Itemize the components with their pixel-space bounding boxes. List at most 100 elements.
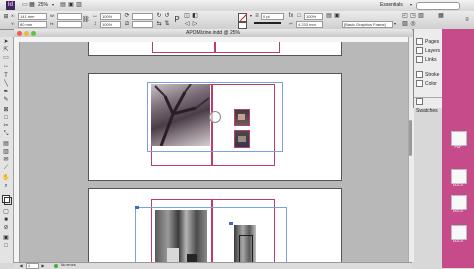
preview-mode-icon[interactable]: □ xyxy=(2,243,10,250)
spread-bottom[interactable] xyxy=(88,188,342,262)
pencil-tool-icon[interactable]: ✎ xyxy=(2,97,10,104)
direct-selection-tool-icon[interactable]: ⇱ xyxy=(2,47,10,54)
shear-field[interactable] xyxy=(132,21,153,28)
note-tool-icon[interactable]: ✉ xyxy=(2,157,10,164)
panel-menu-icon[interactable]: ≡ xyxy=(464,17,470,23)
rectangle-frame-tool-icon[interactable]: ⊠ xyxy=(2,107,10,114)
select-next-icon[interactable]: ▷ xyxy=(192,21,198,27)
page-tool-icon[interactable]: ▭ xyxy=(2,55,10,62)
apply-none-icon[interactable]: ⊘ xyxy=(2,225,10,232)
drop-shadow-icon[interactable]: □ xyxy=(296,13,302,19)
apply-color-icon[interactable]: ■ xyxy=(2,217,10,224)
flip-horizontal-icon[interactable]: ⇆ xyxy=(156,21,162,27)
rotate-ccw-icon[interactable]: ↺ xyxy=(164,13,170,19)
scale-x-field[interactable]: 100% xyxy=(100,13,121,20)
panel-links[interactable]: Links xyxy=(416,56,442,65)
fill-swatch-icon[interactable] xyxy=(238,13,248,22)
tree-photo-frame[interactable] xyxy=(151,84,210,146)
spread-middle[interactable] xyxy=(88,73,342,181)
page-number-field[interactable]: 4 xyxy=(26,263,39,269)
chevron-down-icon[interactable]: ▾ xyxy=(50,2,56,8)
workspace-switcher[interactable]: Essentials xyxy=(380,2,403,8)
direct-select-icon[interactable]: P xyxy=(174,16,180,24)
screen-mode-icon[interactable]: ▣ xyxy=(68,2,74,8)
rotate-field[interactable] xyxy=(132,13,153,20)
spread-top[interactable] xyxy=(88,42,342,56)
scissors-tool-icon[interactable]: ✂ xyxy=(2,123,10,130)
type-tool-icon[interactable]: T xyxy=(2,73,10,80)
fill-proportionally-icon[interactable]: ▧ xyxy=(418,13,424,19)
first-page-icon[interactable]: ◀ xyxy=(18,263,24,269)
anchor-marker-icon[interactable] xyxy=(229,222,233,225)
normal-mode-icon[interactable]: ▣ xyxy=(2,235,10,242)
bw-photo-right[interactable] xyxy=(234,225,256,262)
search-input[interactable] xyxy=(416,2,460,10)
constrain-proportions-icon[interactable]: ⛓ xyxy=(82,17,90,23)
bridge-icon[interactable]: ▭ xyxy=(22,2,28,8)
small-photo-top[interactable] xyxy=(234,109,250,126)
select-previous-icon[interactable]: ◁ xyxy=(184,21,190,27)
panel-stroke[interactable]: Stroke xyxy=(416,71,442,80)
stroke-weight-field[interactable]: 0 pt xyxy=(261,13,284,20)
fitting-frame-icon[interactable]: ◳ xyxy=(410,13,416,19)
text-wrap-icon[interactable]: ▤ xyxy=(326,13,332,19)
gradient-tool-icon[interactable]: ▤ xyxy=(2,141,10,148)
hand-tool-icon[interactable]: ✋ xyxy=(2,175,10,182)
small-photo-bottom[interactable] xyxy=(234,130,250,148)
scrollbar-thumb[interactable] xyxy=(409,120,412,156)
fit-proportionally-icon[interactable]: ▨ xyxy=(402,21,408,27)
panel-layers[interactable]: Layers xyxy=(416,47,442,56)
opacity-field[interactable]: 100% xyxy=(304,13,323,20)
docx-file-icon[interactable] xyxy=(451,169,467,184)
pdf-file-icon[interactable] xyxy=(451,131,467,146)
corner-options-icon[interactable]: ⌐ xyxy=(288,21,294,27)
flip-vertical-icon[interactable]: ⇅ xyxy=(164,21,170,27)
zoom-level[interactable]: 25% xyxy=(38,2,48,8)
scale-y-field[interactable]: 100% xyxy=(100,21,121,28)
docx-file-icon[interactable] xyxy=(451,195,467,210)
next-page-icon[interactable]: ▶ xyxy=(40,263,46,269)
rotate-90-icon[interactable]: ↻ xyxy=(156,13,162,19)
workspace-chevron-icon[interactable]: ▾ xyxy=(408,2,414,8)
stroke-swatch-icon[interactable] xyxy=(238,22,247,29)
line-tool-icon[interactable]: ╲ xyxy=(2,81,10,88)
x-field[interactable]: 141 mm xyxy=(18,13,47,20)
selection-tool-icon[interactable]: ➤ xyxy=(2,39,10,46)
object-style-chevron-icon[interactable]: ▾ xyxy=(392,21,398,27)
mini-bridge-icon[interactable]: ▦ xyxy=(29,2,35,8)
w-field[interactable] xyxy=(57,13,82,20)
docx-file-icon[interactable] xyxy=(451,225,467,240)
select-content-icon[interactable]: ◧ xyxy=(192,13,198,19)
panel-swatches[interactable]: Swatches xyxy=(416,98,442,114)
content-grabber-icon[interactable] xyxy=(209,111,221,123)
zoom-tool-icon[interactable]: ⌕ xyxy=(2,183,10,190)
panel-pages[interactable]: Pages xyxy=(416,38,442,47)
effects-icon[interactable]: fx xyxy=(288,13,294,19)
pasteboard[interactable] xyxy=(20,42,408,262)
fitting-content-icon[interactable]: ◰ xyxy=(402,13,408,19)
view-options-icon[interactable]: ▤ xyxy=(60,2,66,8)
center-content-icon[interactable]: ◎ xyxy=(410,21,416,27)
bw-photo-left[interactable] xyxy=(155,210,207,262)
stroke-type-icon[interactable] xyxy=(254,22,281,24)
select-container-icon[interactable]: ◫ xyxy=(184,13,190,19)
corner-size-field[interactable]: 4.233 mm xyxy=(296,21,323,28)
free-transform-tool-icon[interactable]: ⤡ xyxy=(2,131,10,138)
formatting-affects-container-icon[interactable]: ▢ xyxy=(2,209,10,216)
reference-point-icon[interactable]: ⊞ xyxy=(3,14,9,20)
autofit-icon[interactable]: ▣ xyxy=(334,13,340,19)
y-field[interactable]: 80 mm xyxy=(18,21,47,28)
stroke-color-icon[interactable] xyxy=(4,197,12,205)
h-field[interactable] xyxy=(57,21,82,28)
gap-tool-icon[interactable]: ↔ xyxy=(2,63,10,70)
rectangle-tool-icon[interactable]: □ xyxy=(2,115,10,122)
preflight-status-text[interactable]: No errors xyxy=(61,263,76,268)
anchor-marker-icon[interactable] xyxy=(135,206,139,209)
eyedropper-tool-icon[interactable]: ⟋ xyxy=(2,165,10,172)
panel-color[interactable]: Color xyxy=(416,80,442,89)
gradient-feather-tool-icon[interactable]: ▥ xyxy=(2,149,10,156)
object-style-field[interactable]: [Basic Graphics Frame] xyxy=(342,21,393,28)
arrange-documents-icon[interactable]: ▥ xyxy=(76,2,82,8)
pen-tool-icon[interactable]: ✒ xyxy=(2,89,10,96)
create-new-style-icon[interactable]: ▦ xyxy=(438,13,444,19)
